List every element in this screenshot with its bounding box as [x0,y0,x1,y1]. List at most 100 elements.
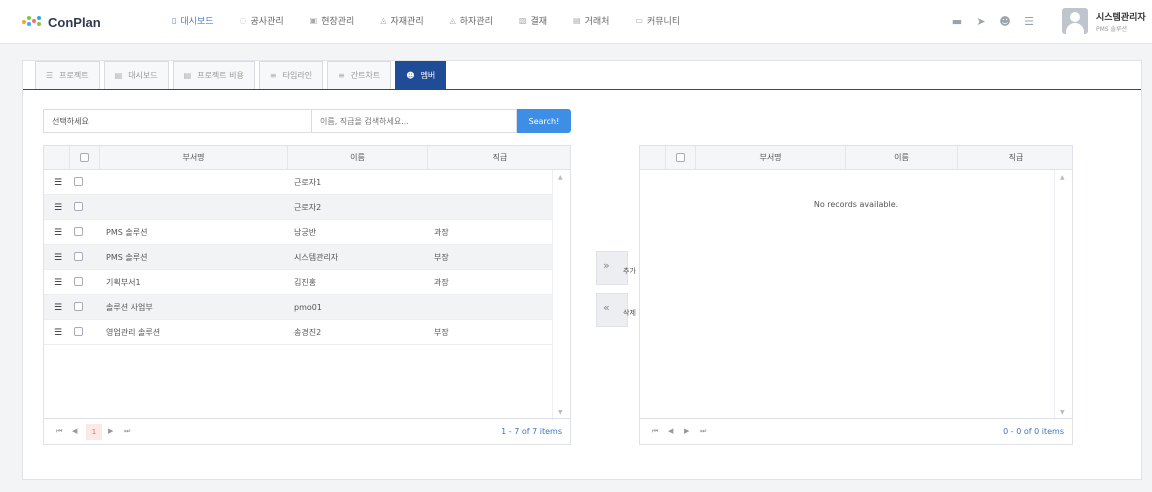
add-member-button[interactable]: » 추가 [596,251,636,285]
tab-label: 프로젝트 [59,71,89,80]
table-row[interactable]: ☰ 근로자2 [44,195,552,220]
nav-item-2[interactable]: ▣ 현장관리 [310,14,355,27]
tab-label: 멤버 [420,71,436,80]
row-checkbox[interactable] [74,227,83,236]
table-row[interactable]: ☰ PMS 솔루션 시스템관리자 부장 [44,245,552,270]
grid-scrollbar[interactable]: ▲ ▼ [552,170,570,420]
cell-rank: 부장 [434,328,449,337]
column-header-name[interactable]: 이름 [288,146,428,170]
nav-item-1[interactable]: ◌ 공사관리 [240,14,284,27]
nav-item-label: 대시보드 [180,17,214,27]
drag-handle-icon[interactable]: ☰ [54,178,62,188]
nav-item-label: 거래처 [584,17,610,27]
drag-handle-icon[interactable]: ☰ [54,303,62,313]
nav-item-label: 커뮤니티 [646,17,681,27]
user-avatar[interactable] [1062,8,1088,34]
last-page-icon[interactable]: ⏭ [700,427,706,436]
material-icon: ◬ [380,16,387,25]
column-header-name[interactable]: 이름 [846,146,958,170]
nav-item-6[interactable]: ▤ 거래처 [573,14,609,27]
users-icon[interactable]: ☻ [996,12,1014,30]
first-page-icon[interactable]: ⏮ [56,427,62,436]
member-search-input[interactable] [311,109,517,133]
app-name: ConPlan [48,14,101,30]
scroll-up-icon[interactable]: ▲ [1060,174,1065,181]
cell-name: pmo01 [294,303,322,312]
empty-message: No records available. [813,200,899,209]
last-page-icon[interactable]: ⏭ [124,427,130,436]
drag-handle-icon[interactable]: ☰ [54,253,62,263]
tab-label: 간트차트 [350,71,381,80]
table-row[interactable]: ☰ PMS 솔루션 남궁반 과장 [44,220,552,245]
nav-item-3[interactable]: ◬ 자재관리 [380,14,423,27]
row-checkbox[interactable] [74,177,83,186]
nav-item-7[interactable]: ▭ 커뮤니티 [635,14,680,27]
chat-icon[interactable]: ▬ [948,12,966,30]
send-icon[interactable]: ➤ [972,12,990,30]
row-checkbox[interactable] [74,202,83,211]
user-name: 시스템관리자 [1096,13,1146,23]
grid-scrollbar[interactable]: ▲ ▼ [1054,170,1072,420]
scroll-down-icon[interactable]: ▼ [1060,409,1065,416]
approval-icon: ▨ [518,16,527,25]
row-checkbox[interactable] [74,302,83,311]
select-all-checkbox[interactable] [80,153,89,162]
content-card: ☰프로젝트▤대시보드▤프로젝트 비용≡타임라인≡간트차트☻멤버 선택하세요 ▼ … [22,60,1142,480]
next-page-icon[interactable]: ▶ [108,427,113,435]
grid-header: 부서명 이름 직급 [640,146,1072,170]
drag-handle-icon[interactable]: ☰ [54,328,62,338]
available-members-grid: 부서명 이름 직급 ☰ 근로자1 ☰ 근로자2 ☰ PMS 솔루션 남궁반 과장 ☰ PMS 솔루… [43,145,571,445]
cell-dept: PMS 솔루션 [106,253,148,262]
column-header-dept[interactable]: 부서명 [696,146,846,170]
drag-handle-icon[interactable]: ☰ [54,228,62,238]
scroll-up-icon[interactable]: ▲ [558,174,563,181]
prev-page-icon[interactable]: ◀ [72,427,77,435]
cell-name: 송경진2 [294,328,322,337]
table-row[interactable]: ☰ 기획부서1 김진홍 과장 [44,270,552,295]
column-header-rank[interactable]: 직급 [428,146,572,170]
tab-3[interactable]: ≡ 타임라인 [258,61,324,89]
grid-pager: ⏮ ◀ 1 ▶ ⏭ 1 - 7 of 7 items [44,418,570,444]
menu-icon[interactable]: ☰ [1020,12,1038,30]
tab-5[interactable]: ☻ 멤버 [395,61,447,89]
nav-item-label: 공사관리 [250,17,284,27]
nav-item-5[interactable]: ▨ 결재 [519,14,547,27]
tab-0[interactable]: ☰ 프로젝트 [35,61,100,89]
nav-item-4[interactable]: ◬ 하자관리 [450,14,493,27]
tab-4[interactable]: ≡ 간트차트 [327,61,392,89]
drag-handle-icon[interactable]: ☰ [54,278,62,288]
cell-dept: 영업관리 솔루션 [106,328,161,337]
nav-item-0[interactable]: ▯ 대시보드 [172,14,214,27]
table-row[interactable]: ☰ 근로자1 [44,170,552,195]
header-actions: ▬ ➤ ☻ ☰ [948,12,1044,30]
page-number-button[interactable]: 1 [86,424,102,440]
row-checkbox[interactable] [74,327,83,336]
row-checkbox[interactable] [74,277,83,286]
members-icon: ☻ [406,71,415,80]
tab-label: 프로젝트 비용 [197,71,244,80]
tab-2[interactable]: ▤ 프로젝트 비용 [172,61,255,89]
main-nav: ▯ 대시보드 ◌ 공사관리 ▣ 현장관리 ◬ 자재관리 ◬ 하자관리 ▨ 결재 ▤ 거래처 ▭ 커뮤니티 [172,14,706,27]
search-button[interactable]: Search! [517,109,571,133]
scroll-down-icon[interactable]: ▼ [558,409,563,416]
select-all-checkbox[interactable] [676,153,685,162]
community-icon: ▭ [635,16,643,25]
cell-dept: PMS 솔루션 [106,228,148,237]
first-page-icon[interactable]: ⏮ [652,427,658,436]
row-checkbox[interactable] [74,252,83,261]
department-select[interactable]: 선택하세요 ▼ [43,109,329,133]
app-logo[interactable]: ConPlan [22,12,101,32]
nav-item-label: 자재관리 [390,17,424,27]
table-row[interactable]: ☰ 영업관리 솔루션 송경진2 부장 [44,320,552,345]
column-header-rank[interactable]: 직급 [958,146,1074,170]
table-row[interactable]: ☰ 솔루션 사업부 pmo01 [44,295,552,320]
next-page-icon[interactable]: ▶ [684,427,689,435]
cell-dept: 솔루션 사업부 [106,303,153,312]
drag-handle-icon[interactable]: ☰ [54,203,62,213]
remove-member-button[interactable]: « 삭제 [596,293,636,327]
tab-1[interactable]: ▤ 대시보드 [103,61,169,89]
prev-page-icon[interactable]: ◀ [668,427,673,435]
logo-icon [22,16,44,28]
column-header-dept[interactable]: 부서명 [100,146,288,170]
pager-info: 0 - 0 of 0 items [1003,427,1064,436]
